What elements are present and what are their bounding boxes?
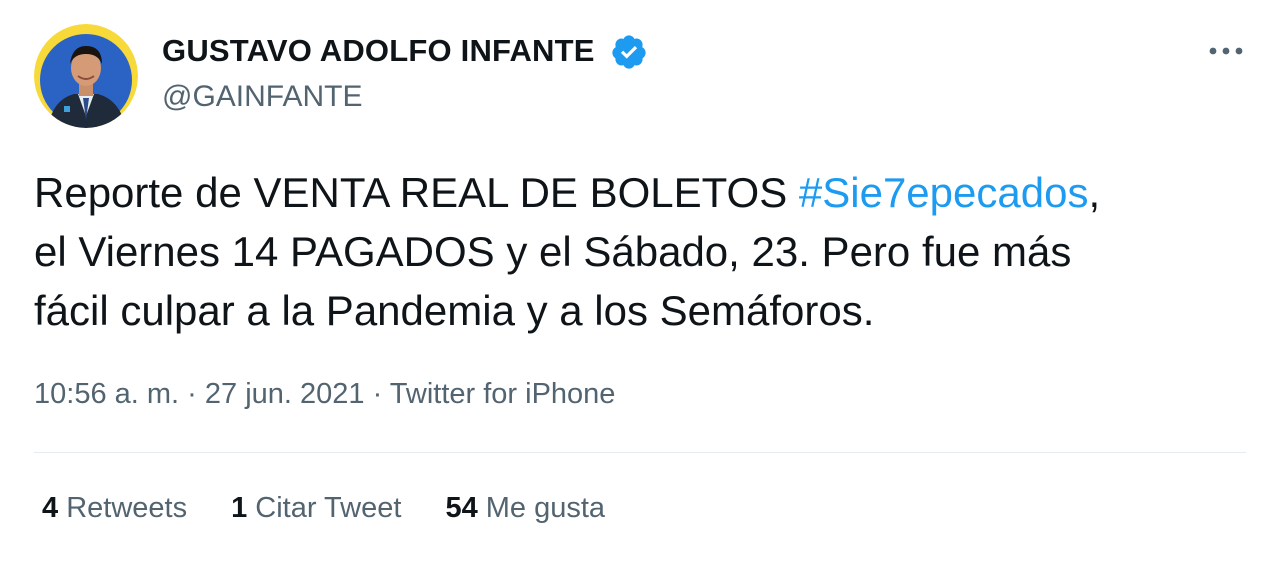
likes-count: 54 (445, 492, 478, 524)
avatar-image (34, 24, 138, 128)
hashtag-link[interactable]: #Sie7epecados (799, 169, 1089, 216)
tweet-date[interactable]: 27 jun. 2021 (205, 378, 365, 410)
meta-separator: · (364, 378, 390, 410)
tweet-text-segment: Reporte de VENTA REAL DE BOLETOS (34, 169, 799, 216)
tweet-time[interactable]: 10:56 a. m. (34, 378, 179, 410)
quote-tweets-stat[interactable]: 1 Citar Tweet (231, 492, 401, 525)
tweet-text-line-2: el Viernes 14 PAGADOS y el Sábado, 23. P… (34, 228, 1072, 275)
retweets-stat[interactable]: 4 Retweets (42, 492, 187, 525)
author-handle[interactable]: @GAINFANTE (162, 80, 362, 114)
more-options-icon[interactable] (1206, 36, 1246, 66)
tweet-card: GUSTAVO ADOLFO INFANTE @GAINFANTE Report… (0, 0, 1280, 562)
likes-label: Me gusta (485, 492, 606, 524)
tweet-text: Reporte de VENTA REAL DE BOLETOS #Sie7ep… (34, 163, 1234, 340)
tweet-source[interactable]: Twitter for iPhone (390, 378, 616, 410)
tweet-text-line-1: Reporte de VENTA REAL DE BOLETOS #Sie7ep… (34, 163, 1234, 222)
tweet-text-line-3: fácil culpar a la Pandemia y a los Semáf… (34, 287, 875, 334)
engagement-stats: 4 Retweets 1 Citar Tweet 54 Me gusta (42, 492, 605, 525)
meta-separator: · (179, 378, 205, 410)
verified-badge-icon (610, 33, 648, 71)
quotes-count: 1 (231, 492, 248, 524)
quotes-label: Citar Tweet (255, 492, 402, 524)
author-avatar[interactable] (34, 24, 138, 128)
tweet-text-segment: , (1088, 169, 1101, 216)
author-display-name[interactable]: GUSTAVO ADOLFO INFANTE (162, 33, 595, 69)
likes-stat[interactable]: 54 Me gusta (445, 492, 605, 525)
divider (34, 452, 1246, 453)
retweets-label: Retweets (66, 492, 188, 524)
tweet-metadata: 10:56 a. m. · 27 jun. 2021 · Twitter for… (34, 378, 615, 411)
retweets-count: 4 (42, 492, 59, 524)
